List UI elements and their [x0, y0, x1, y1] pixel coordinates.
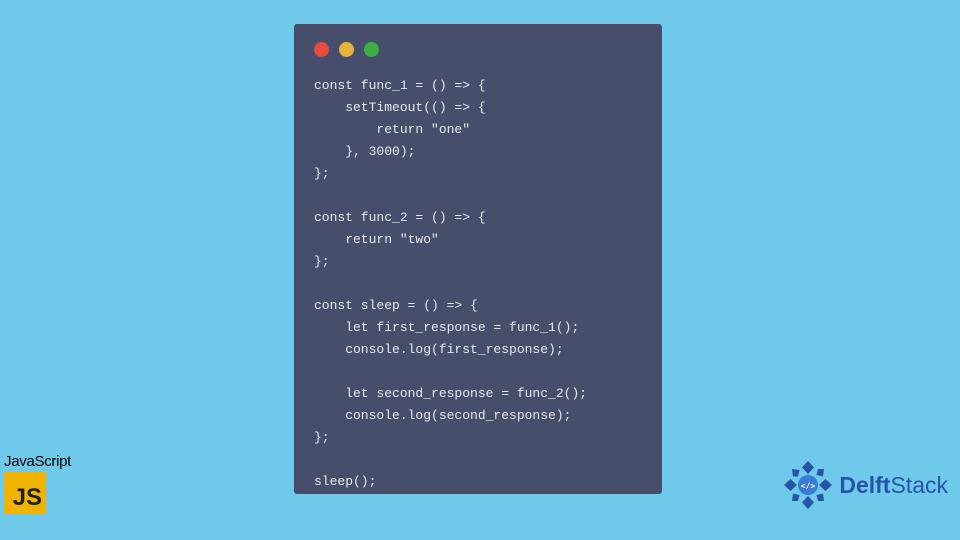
code-editor-window: const func_1 = () => { setTimeout(() => … — [294, 24, 662, 494]
close-icon[interactable] — [314, 42, 329, 57]
javascript-icon: JS — [4, 472, 46, 514]
js-icon-text: JS — [13, 484, 42, 512]
delftstack-icon: </> — [783, 460, 833, 510]
minimize-icon[interactable] — [339, 42, 354, 57]
code-content: const func_1 = () => { setTimeout(() => … — [314, 75, 642, 493]
delftstack-logo: </> DelftStack — [783, 460, 948, 510]
window-controls — [314, 42, 642, 57]
maximize-icon[interactable] — [364, 42, 379, 57]
delftstack-text: DelftStack — [839, 472, 948, 499]
delft-light: Stack — [890, 472, 948, 498]
delft-bold: Delft — [839, 472, 890, 498]
svg-text:</>: </> — [801, 482, 816, 491]
javascript-label: JavaScript — [4, 453, 71, 470]
javascript-badge: JavaScript JS — [4, 453, 71, 514]
